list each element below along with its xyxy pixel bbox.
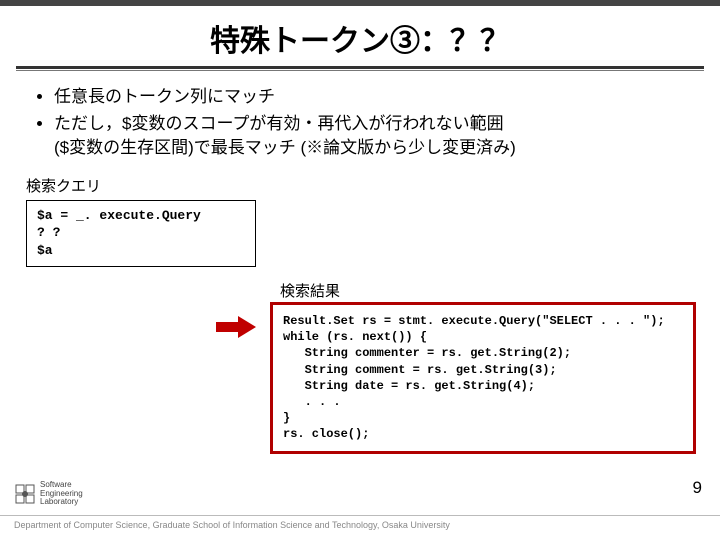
slide-number: 9: [693, 478, 702, 498]
arrow-icon: [216, 316, 256, 338]
bullet-2-cont: ($変数の生存区間)で最長マッチ (※論文版から少し変更済み): [54, 138, 516, 157]
slide-title: 特殊トークン③：？？: [0, 6, 720, 66]
logo-line3: Laboratory: [40, 497, 78, 506]
query-label: 検索クエリ: [26, 175, 720, 196]
footer-logo: Software Engineering Laboratory: [14, 480, 104, 508]
bullet-1: 任意長のトークン列にマッチ: [54, 85, 692, 110]
title-rule-thin: [16, 70, 704, 71]
lab-logo-text: Software Engineering Laboratory: [40, 481, 83, 506]
bullet-2: ただし，$変数のスコープが有効・再代入が行われない範囲 ($変数の生存区間)で最…: [54, 112, 692, 161]
footer-rule: [0, 515, 720, 516]
query-code-box: $a = _. execute.Query ? ? $a: [26, 200, 256, 267]
result-label: 検索結果: [280, 280, 340, 301]
footer-text: Department of Computer Science, Graduate…: [14, 520, 450, 530]
result-code-box: Result.Set rs = stmt. execute.Query("SEL…: [270, 302, 696, 454]
bullet-list: 任意長のトークン列にマッチ ただし，$変数のスコープが有効・再代入が行われない範…: [36, 85, 692, 161]
bullet-2-text: ただし，$変数のスコープが有効・再代入が行われない範囲: [54, 114, 504, 133]
title-rule-thick: [16, 66, 704, 69]
lab-logo-icon: [14, 483, 36, 505]
